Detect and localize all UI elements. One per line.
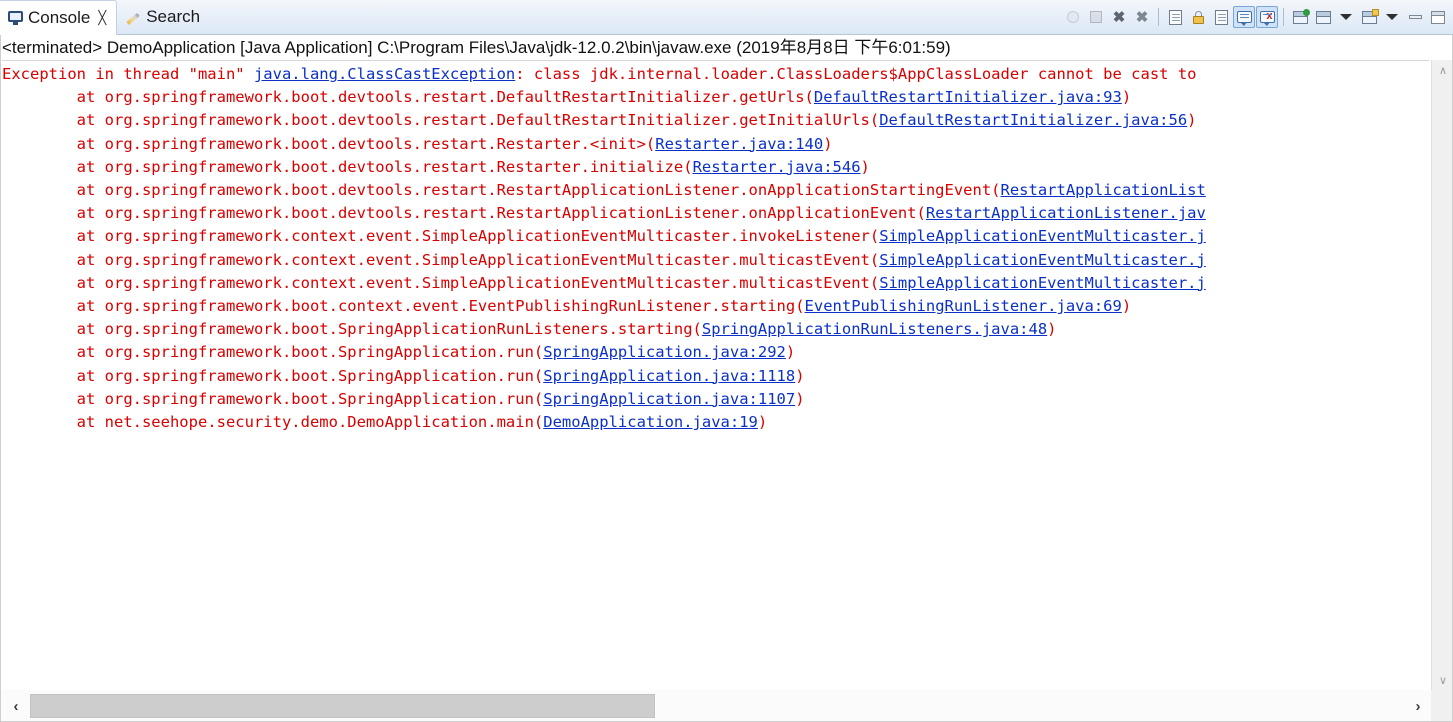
console-line: at org.springframework.boot.SpringApplic… xyxy=(76,366,805,385)
scroll-left-icon[interactable]: ‹ xyxy=(4,693,28,719)
stack-trace-link[interactable]: Restarter.java:140 xyxy=(655,135,823,153)
remove-all-terminated-icon[interactable]: ✖ xyxy=(1131,6,1153,28)
open-console-icon[interactable] xyxy=(1358,6,1380,28)
toolbar-separator xyxy=(1158,8,1159,26)
stack-trace-link[interactable]: SimpleApplicationEventMulticaster.j xyxy=(879,251,1206,269)
pin-console-icon[interactable] xyxy=(1289,6,1311,28)
console-line: at org.springframework.boot.SpringApplic… xyxy=(76,389,805,408)
remove-launch-icon[interactable]: ✖ xyxy=(1108,6,1130,28)
search-pencil-icon xyxy=(125,10,141,26)
show-console-on-error-icon[interactable] xyxy=(1256,6,1278,28)
clear-console-icon[interactable] xyxy=(1164,6,1186,28)
stack-trace-link[interactable]: SpringApplicationRunListeners.java:48 xyxy=(702,320,1047,338)
stack-trace-link[interactable]: java.lang.ClassCastException xyxy=(254,65,515,83)
tab-search-label: Search xyxy=(146,7,201,26)
scroll-down-icon[interactable]: ∨ xyxy=(1432,670,1453,690)
console-output-area[interactable]: Exception in thread "main" java.lang.Cla… xyxy=(2,60,1429,690)
display-console-dropdown-icon[interactable] xyxy=(1335,6,1357,28)
console-line: at org.springframework.boot.devtools.res… xyxy=(76,88,1132,107)
word-wrap-icon[interactable] xyxy=(1210,6,1232,28)
console-line: at net.seehope.security.demo.DemoApplica… xyxy=(76,413,768,432)
view-tab-bar: Console ╳ Search ✖ ✖ xyxy=(0,0,1453,35)
terminate-icon[interactable] xyxy=(1085,6,1107,28)
stack-trace-link[interactable]: DefaultRestartInitializer.java:93 xyxy=(814,88,1122,106)
stack-trace-link[interactable]: RestartApplicationListener.jav xyxy=(926,204,1206,222)
stack-trace-link[interactable]: SpringApplication.java:1107 xyxy=(543,390,795,408)
console-line: at org.springframework.boot.SpringApplic… xyxy=(76,320,1057,339)
console-line: at org.springframework.boot.devtools.res… xyxy=(76,157,870,176)
tab-console-label: Console xyxy=(28,7,91,27)
console-line: at org.springframework.boot.devtools.res… xyxy=(76,111,1197,130)
console-line: at org.springframework.boot.devtools.res… xyxy=(76,181,1206,200)
vertical-scrollbar[interactable]: ∧ ∨ xyxy=(1431,60,1453,690)
lock-scroll-icon[interactable] xyxy=(1187,6,1209,28)
stack-trace-link[interactable]: SimpleApplicationEventMulticaster.j xyxy=(879,274,1206,292)
console-line: Exception in thread "main" java.lang.Cla… xyxy=(2,65,1197,83)
console-line: at org.springframework.boot.devtools.res… xyxy=(76,204,1206,223)
console-line: at org.springframework.context.event.Sim… xyxy=(76,273,1206,292)
console-line: at org.springframework.context.event.Sim… xyxy=(76,227,1206,246)
tab-list: Console ╳ Search xyxy=(0,0,210,35)
scrollbar-corner xyxy=(1431,690,1453,722)
terminate-all-icon[interactable] xyxy=(1062,6,1084,28)
close-icon[interactable]: ╳ xyxy=(98,11,106,26)
display-selected-console-icon[interactable] xyxy=(1312,6,1334,28)
stack-trace-link[interactable]: RestartApplicationList xyxy=(1001,181,1206,199)
console-toolbar: ✖ ✖ xyxy=(1062,2,1449,32)
console-icon xyxy=(8,11,23,25)
console-line: at org.springframework.boot.devtools.res… xyxy=(76,134,833,153)
tab-console[interactable]: Console ╳ xyxy=(0,0,118,35)
show-console-on-output-icon[interactable] xyxy=(1233,6,1255,28)
minimize-icon[interactable] xyxy=(1404,6,1426,28)
stack-trace-link[interactable]: Restarter.java:546 xyxy=(693,158,861,176)
toolbar-separator xyxy=(1283,8,1284,26)
stack-trace-link[interactable]: SpringApplication.java:292 xyxy=(543,343,786,361)
console-view: Console ╳ Search ✖ ✖ x <terminated> Demo… xyxy=(0,0,1453,722)
console-line: at org.springframework.context.event.Sim… xyxy=(76,250,1206,269)
process-header-line: <terminated> DemoApplication [Java Appli… xyxy=(2,36,1451,60)
console-line: at org.springframework.boot.context.even… xyxy=(76,297,1132,316)
scroll-up-icon[interactable]: ∧ xyxy=(1432,60,1453,80)
stack-trace-link[interactable]: DemoApplication.java:19 xyxy=(543,413,758,431)
stack-trace-link[interactable]: SpringApplication.java:1118 xyxy=(543,367,795,385)
tab-search[interactable]: Search xyxy=(117,0,210,35)
stack-trace-link[interactable]: EventPublishingRunListener.java:69 xyxy=(805,297,1122,315)
stack-trace-link[interactable]: SimpleApplicationEventMulticaster.j xyxy=(879,227,1206,245)
console-line: at org.springframework.boot.SpringApplic… xyxy=(76,343,796,362)
maximize-icon[interactable] xyxy=(1427,6,1449,28)
open-console-dropdown-icon[interactable] xyxy=(1381,6,1403,28)
horizontal-scrollbar[interactable]: ‹ xyxy=(0,690,1431,722)
scroll-right-icon[interactable]: › xyxy=(1405,690,1431,722)
stack-trace-text: Exception in thread "main" java.lang.Cla… xyxy=(2,63,1206,434)
horizontal-scroll-thumb[interactable] xyxy=(30,694,655,718)
stack-trace-link[interactable]: DefaultRestartInitializer.java:56 xyxy=(879,111,1187,129)
